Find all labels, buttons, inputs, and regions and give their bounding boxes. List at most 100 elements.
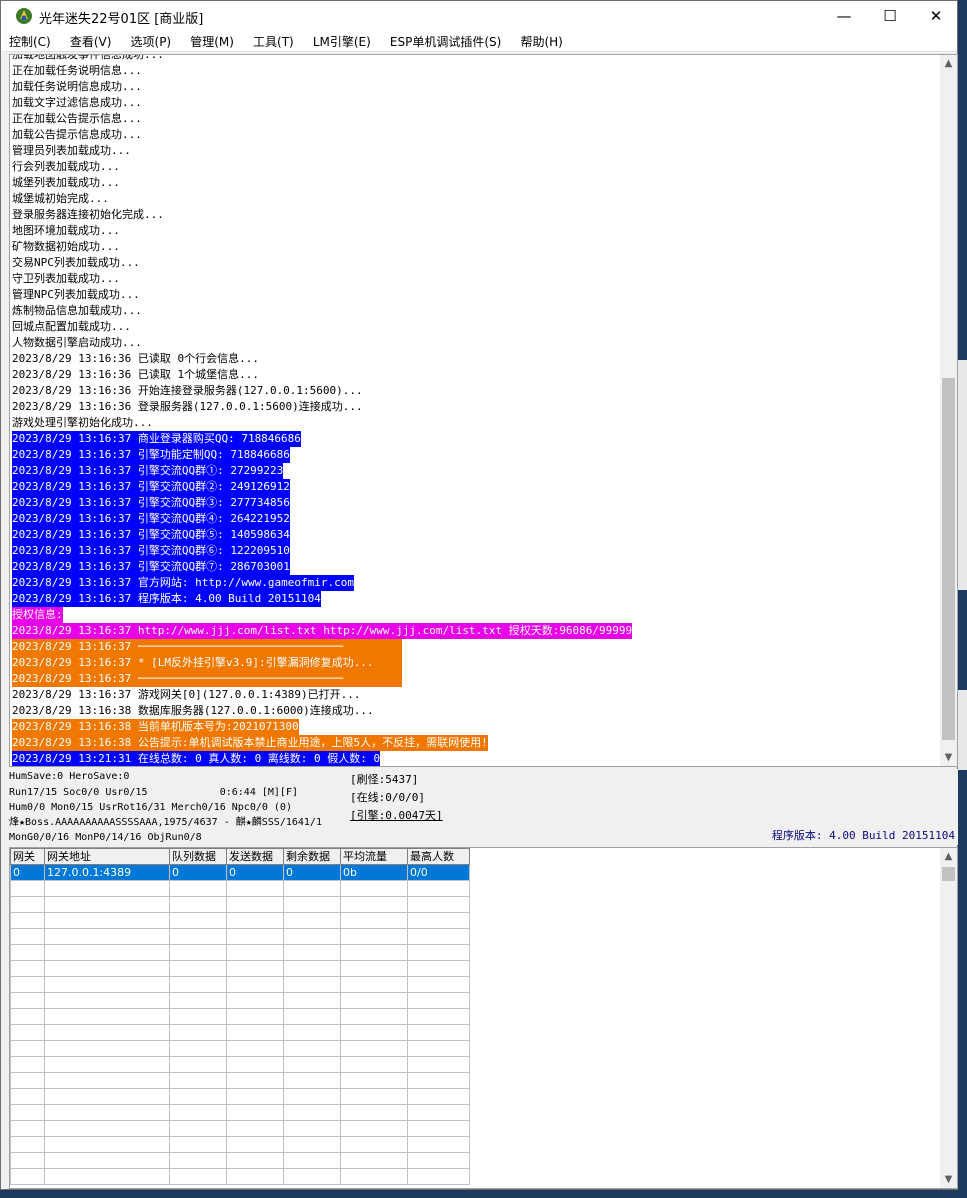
log-panel[interactable]: 加载地图触发事件信息成功... 正在加载任务说明信息... 加载任务说明信息成功..… [9,54,958,767]
table-cell [226,896,284,913]
empty-table-row[interactable] [10,896,470,913]
gateway-grid[interactable]: 网关 网关地址 队列数据 发送数据 剩余数据 平均流量 最高人数 0 127.0.0.1:43… [9,847,958,1189]
menu-esp-plugin[interactable]: ESP单机调试插件(S) [384,32,507,52]
table-cell [340,880,408,897]
close-button[interactable]: ✕ [913,1,959,31]
table-cell [169,1120,227,1137]
column-header[interactable]: 网关地址 [44,848,170,865]
log-line: 炼制物品信息加载成功... [12,303,940,319]
grid-scroll-up-arrow-icon[interactable]: ▲ [940,848,957,865]
log-line: 交易NPC列表加载成功... [12,255,940,271]
title-bar[interactable]: 光年迷失22号01区 [商业版] — ☐ ✕ [1,1,957,31]
table-cell [44,928,170,945]
table-cell [283,928,341,945]
log-lines: 加载地图触发事件信息成功... 正在加载任务说明信息... 加载任务说明信息成功..… [12,55,940,766]
table-cell [283,1056,341,1073]
scroll-up-arrow-icon[interactable]: ▲ [940,55,957,72]
column-header[interactable]: 最高人数 [407,848,470,865]
menu-control[interactable]: 控制(C) [3,32,57,52]
log-line-text: 2023/8/29 13:21:31 在线总数: 0 真人数: 0 离线数: 0… [12,751,381,766]
table-cell [169,928,227,945]
empty-table-row[interactable] [10,1056,470,1073]
empty-table-row[interactable] [10,944,470,961]
empty-table-row[interactable] [10,880,470,897]
table-row[interactable]: 0 127.0.0.1:4389 0 0 0 0b 0/0 [10,864,470,881]
table-header-row: 网关 网关地址 队列数据 发送数据 剩余数据 平均流量 最高人数 [10,848,470,865]
table-cell [10,976,45,993]
table-cell [169,1136,227,1153]
status-engine-uptime[interactable]: [引擎:0.0047天] [350,807,443,824]
table-cell [169,1024,227,1041]
empty-table-row[interactable] [10,976,470,993]
log-line-text: 炼制物品信息加载成功... [12,304,142,317]
status-line-save: HumSave:0 HeroSave:0 [9,771,130,782]
empty-table-row[interactable] [10,1024,470,1041]
grid-scrollbar[interactable]: ▲ ▼ [940,848,957,1188]
scroll-thumb[interactable] [942,378,955,740]
table-cell [44,1136,170,1153]
empty-table-row[interactable] [10,928,470,945]
empty-table-row[interactable] [10,1120,470,1137]
log-line: 2023/8/29 13:16:37 引擎功能定制QQ: 718846686 [12,447,940,463]
grid-scroll-down-arrow-icon[interactable]: ▼ [940,1171,957,1188]
log-line: 2023/8/29 13:16:36 开始连接登录服务器(127.0.0.1:5… [12,383,940,399]
log-line: 2023/8/29 13:16:37 引擎交流QQ群⑥: 122209510 [12,543,940,559]
empty-table-row[interactable] [10,1072,470,1089]
table-cell [10,1088,45,1105]
table-cell [283,944,341,961]
log-line-text: 正在加载任务说明信息... [12,64,142,77]
empty-table-row[interactable] [10,1088,470,1105]
log-line-text: 人物数据引擎启动成功... [12,336,142,349]
log-line: 加载文字过滤信息成功... [12,95,940,111]
empty-table-row[interactable] [10,1008,470,1025]
column-header[interactable]: 平均流量 [340,848,408,865]
empty-table-row[interactable] [10,992,470,1009]
empty-table-row[interactable] [10,1136,470,1153]
column-header[interactable]: 发送数据 [226,848,284,865]
empty-table-row[interactable] [10,1168,470,1185]
menu-view[interactable]: 查看(V) [64,32,118,52]
minimize-button[interactable]: — [821,1,867,31]
empty-table-row[interactable] [10,912,470,929]
scroll-down-arrow-icon[interactable]: ▼ [940,749,957,766]
empty-table-row[interactable] [10,1040,470,1057]
menu-manage[interactable]: 管理(M) [184,32,240,52]
grid-scroll-thumb[interactable] [942,867,955,881]
column-header[interactable]: 队列数据 [169,848,227,865]
log-scrollbar[interactable]: ▲ ▼ [940,55,957,766]
table-cell [10,912,45,929]
table-cell [226,944,284,961]
table-cell [169,992,227,1009]
table-cell [10,944,45,961]
empty-table-row[interactable] [10,1152,470,1169]
table-cell [10,1152,45,1169]
empty-table-row[interactable] [10,960,470,977]
background-window-fragment [958,690,967,770]
log-line-text: 2023/8/29 13:16:37 引擎功能定制QQ: 718846686 [12,447,290,463]
log-line-text: 2023/8/29 13:16:37 引擎交流QQ群③: 277734856 [12,495,290,511]
menu-lm-engine[interactable]: LM引擎(E) [307,32,377,52]
background-window-fragment [958,360,967,590]
log-line: 行会列表加载成功... [12,159,940,175]
log-line-text: 2023/8/29 13:16:37 ─────────────────────… [12,671,402,687]
maximize-button[interactable]: ☐ [867,1,913,31]
column-header[interactable]: 剩余数据 [283,848,341,865]
menu-tools[interactable]: 工具(T) [247,32,300,52]
table-cell [340,976,408,993]
empty-table-row[interactable] [10,1104,470,1121]
log-line: 登录服务器连接初始化完成... [12,207,940,223]
version-label: 程序版本: 4.00 Build 20151104 [771,829,955,842]
menu-options[interactable]: 选项(P) [125,32,178,52]
table-cell [44,976,170,993]
table-cell [340,1120,408,1137]
log-line: 管理NPC列表加载成功... [12,287,940,303]
table-cell [283,1120,341,1137]
menu-help[interactable]: 帮助(H) [514,32,568,52]
table-cell [44,1072,170,1089]
column-header[interactable]: 网关 [10,848,45,865]
table-cell [340,912,408,929]
table-cell [283,1040,341,1057]
table-cell [169,1008,227,1025]
table-cell [10,1072,45,1089]
log-line: 2023/8/29 13:16:37 引擎交流QQ群①: 27299223 [12,463,940,479]
